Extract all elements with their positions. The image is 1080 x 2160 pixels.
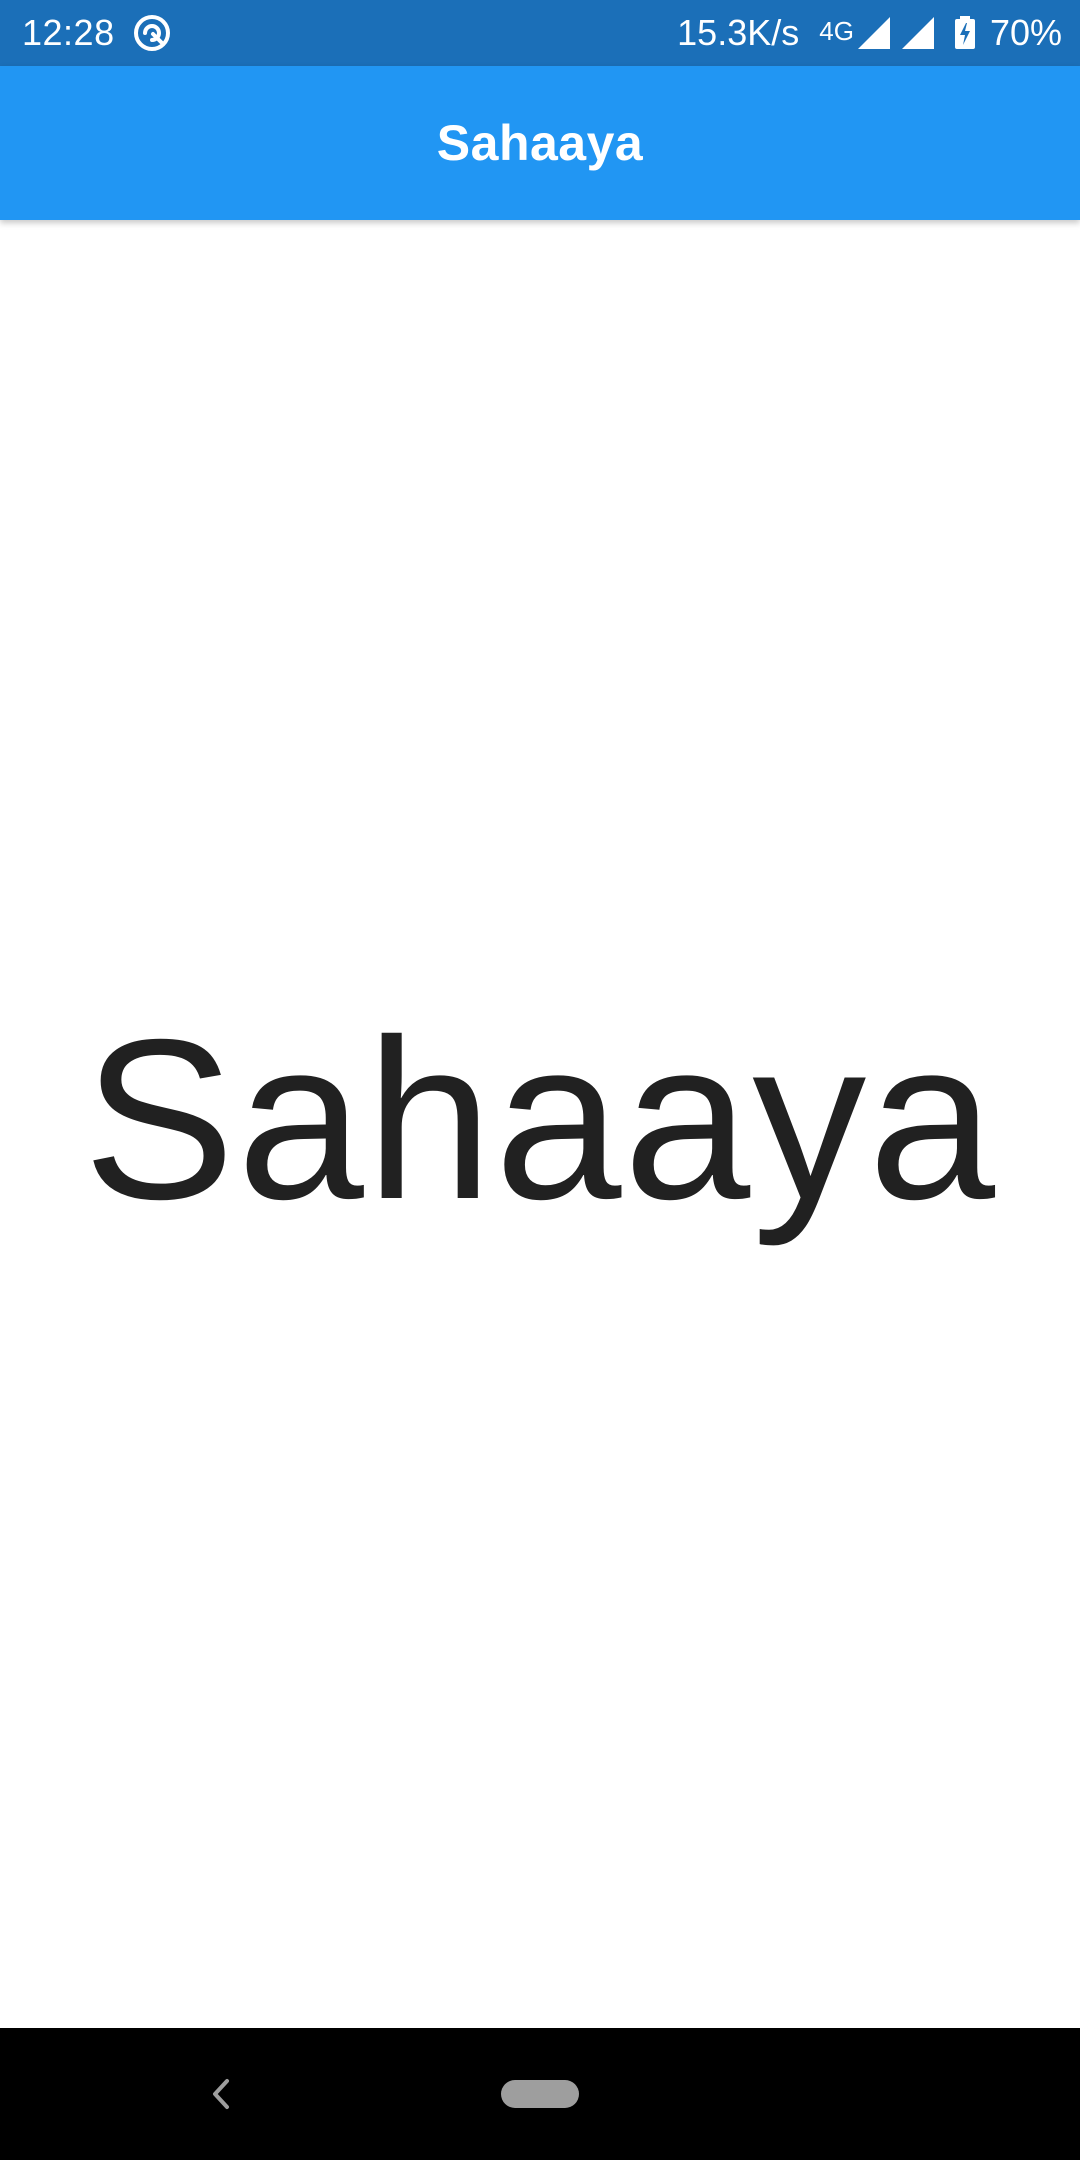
signal-icon bbox=[857, 17, 890, 49]
hero-title: Sahaaya bbox=[82, 992, 998, 1247]
app-bar-title: Sahaaya bbox=[436, 115, 644, 171]
home-pill-icon[interactable] bbox=[501, 2080, 579, 2108]
navigation-bar bbox=[0, 2028, 1080, 2160]
app-bar: Sahaaya bbox=[0, 66, 1080, 220]
network-speed: 15.3K/s bbox=[677, 12, 800, 53]
back-icon[interactable] bbox=[205, 2073, 237, 2115]
battery-charging-icon bbox=[954, 16, 975, 49]
app-notification-icon bbox=[134, 15, 170, 51]
status-bar: 12:28 15.3K/s 4G 70% bbox=[0, 0, 1080, 66]
battery-percent: 70% bbox=[989, 12, 1062, 53]
network-type: 4G bbox=[819, 15, 854, 46]
main-content: Sahaaya bbox=[0, 220, 1080, 2028]
app-screen: 12:28 15.3K/s 4G 70% Sahaaya Sahaaya bbox=[0, 0, 1080, 2160]
status-right-group: 15.3K/s 4G 70% bbox=[677, 0, 1062, 66]
signal-icon bbox=[901, 17, 934, 49]
status-time: 12:28 bbox=[22, 12, 115, 53]
